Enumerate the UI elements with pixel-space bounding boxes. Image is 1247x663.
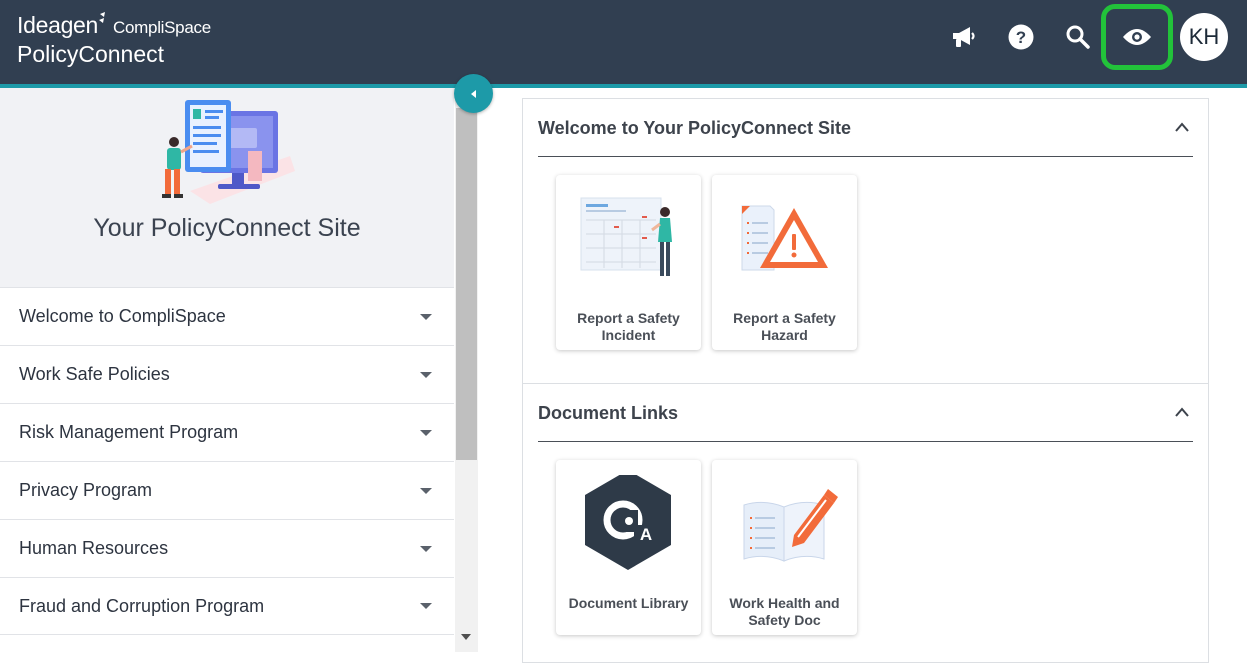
chevron-down-icon xyxy=(420,313,432,320)
tile-report-safety-incident[interactable]: Report a Safety Incident xyxy=(556,175,701,350)
megaphone-icon[interactable] xyxy=(947,20,981,54)
panel-title: Document Links xyxy=(538,403,679,423)
sidebar-item-fraud-and-corruption-program[interactable]: Fraud and Corruption Program xyxy=(0,577,454,635)
help-icon[interactable]: ? xyxy=(1004,20,1038,54)
site-title: Your PolicyConnect Site xyxy=(93,214,361,242)
chevron-down-icon xyxy=(420,487,432,494)
tile-label: Work Health and Safety Doc xyxy=(729,595,840,628)
sidebar-item-label: Human Resources xyxy=(19,538,169,558)
sidebar-item-label: Risk Management Program xyxy=(19,422,239,442)
tile-report-safety-hazard[interactable]: Report a Safety Hazard xyxy=(712,175,857,350)
brand-product: PolicyConnect xyxy=(17,41,165,67)
tile-label: Document Library xyxy=(568,595,689,611)
tile-label: Report a Safety Incident xyxy=(577,310,680,343)
panel-divider xyxy=(538,156,1193,157)
sidebar-item-work-safe-policies[interactable]: Work Safe Policies xyxy=(0,345,454,403)
chevron-up-icon[interactable] xyxy=(1174,121,1190,133)
tile-document-library[interactable]: A Document Library xyxy=(556,460,701,635)
brand-name: Ideagen xyxy=(17,12,99,38)
brand-sub: CompliSpace xyxy=(113,18,211,37)
chevron-down-icon xyxy=(420,603,432,609)
sidebar-item-label: Welcome to CompliSpace xyxy=(19,306,226,326)
svg-text:?: ? xyxy=(1016,28,1026,47)
chevron-down-icon xyxy=(420,545,432,552)
book-pencil-icon xyxy=(743,489,838,562)
sidebar-item-label: Fraud and Corruption Program xyxy=(19,595,265,616)
chevron-down-icon xyxy=(420,429,432,436)
site-illustration-icon xyxy=(162,100,295,204)
svg-text:A: A xyxy=(640,525,652,544)
document-links-panel: Document Links A Document Library Work H… xyxy=(522,383,1209,663)
panel-divider xyxy=(538,441,1193,442)
sidebar-item-label: Privacy Program xyxy=(19,480,153,500)
sidebar-item-human-resources[interactable]: Human Resources xyxy=(0,519,454,577)
sidebar-item-privacy-program[interactable]: Privacy Program xyxy=(0,461,454,519)
search-icon[interactable] xyxy=(1061,20,1095,54)
scrollbar-thumb[interactable] xyxy=(456,108,477,460)
chevron-left-icon xyxy=(470,89,476,98)
chevron-up-icon[interactable] xyxy=(1174,406,1190,418)
warning-icon xyxy=(741,205,828,271)
welcome-panel: Welcome to Your PolicyConnect Site Repor… xyxy=(522,98,1209,384)
chevron-down-icon xyxy=(420,371,432,378)
sidebar-nav: Welcome to CompliSpace Work Safe Policie… xyxy=(0,287,454,635)
sidebar-item-label: Work Safe Policies xyxy=(19,364,170,384)
sidebar-item-welcome-to-complispace[interactable]: Welcome to CompliSpace xyxy=(0,287,454,345)
top-app-bar: Ideagen CompliSpace PolicyConnect ? KH xyxy=(0,0,1247,84)
collapse-sidebar-button[interactable] xyxy=(454,74,493,113)
sidebar-item-risk-management-program[interactable]: Risk Management Program xyxy=(0,403,454,461)
tile-label: Report a Safety Hazard xyxy=(733,310,836,343)
panel-title: Welcome to Your PolicyConnect Site xyxy=(538,118,852,138)
brand-mark-icon xyxy=(99,12,106,23)
user-avatar[interactable]: KH xyxy=(1180,13,1228,61)
document-library-icon: A xyxy=(585,475,671,570)
preview-toggle[interactable] xyxy=(1101,4,1173,70)
scroll-down-arrow-icon[interactable] xyxy=(461,634,471,640)
safety-incident-icon xyxy=(580,197,672,276)
brand-logo[interactable]: Ideagen CompliSpace PolicyConnect xyxy=(17,12,211,67)
eye-icon xyxy=(1123,29,1151,45)
tile-work-health-safety-doc[interactable]: Work Health and Safety Doc xyxy=(712,460,857,635)
